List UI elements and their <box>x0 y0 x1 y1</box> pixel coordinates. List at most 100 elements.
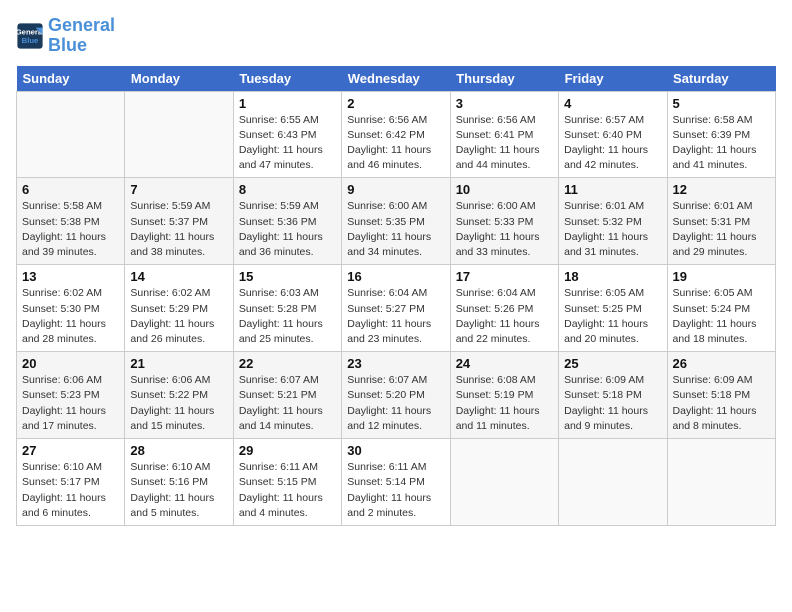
day-header-thursday: Thursday <box>450 66 558 92</box>
logo-icon: General Blue <box>16 22 44 50</box>
day-info: Sunrise: 6:56 AM Sunset: 6:42 PM Dayligh… <box>347 113 444 174</box>
day-number: 27 <box>22 443 119 458</box>
calendar-cell: 28 Sunrise: 6:10 AM Sunset: 5:16 PM Dayli… <box>125 439 233 526</box>
day-info: Sunrise: 6:07 AM Sunset: 5:21 PM Dayligh… <box>239 373 336 434</box>
day-header-sunday: Sunday <box>17 66 125 92</box>
calendar-table: SundayMondayTuesdayWednesdayThursdayFrid… <box>16 66 776 526</box>
day-number: 30 <box>347 443 444 458</box>
day-info: Sunrise: 6:02 AM Sunset: 5:30 PM Dayligh… <box>22 286 119 347</box>
day-number: 28 <box>130 443 227 458</box>
day-number: 22 <box>239 356 336 371</box>
day-header-tuesday: Tuesday <box>233 66 341 92</box>
day-info: Sunrise: 6:55 AM Sunset: 6:43 PM Dayligh… <box>239 113 336 174</box>
calendar-cell: 2 Sunrise: 6:56 AM Sunset: 6:42 PM Daylig… <box>342 91 450 178</box>
calendar-cell: 1Sunrise: 6:55 AM Sunset: 6:43 PM Daylig… <box>233 91 341 178</box>
calendar-cell: 27 Sunrise: 6:10 AM Sunset: 5:17 PM Dayli… <box>17 439 125 526</box>
day-number: 29 <box>239 443 336 458</box>
day-number: 11 <box>564 182 661 197</box>
calendar-week-row: 20 Sunrise: 6:06 AM Sunset: 5:23 PM Dayli… <box>17 352 776 439</box>
day-number: 9 <box>347 182 444 197</box>
calendar-cell: 13 Sunrise: 6:02 AM Sunset: 5:30 PM Dayli… <box>17 265 125 352</box>
day-number: 3 <box>456 96 553 111</box>
day-number: 6 <box>22 182 119 197</box>
day-info: Sunrise: 6:07 AM Sunset: 5:20 PM Dayligh… <box>347 373 444 434</box>
day-info: Sunrise: 6:57 AM Sunset: 6:40 PM Dayligh… <box>564 113 661 174</box>
day-info: Sunrise: 5:59 AM Sunset: 5:36 PM Dayligh… <box>239 199 336 260</box>
calendar-week-row: 1Sunrise: 6:55 AM Sunset: 6:43 PM Daylig… <box>17 91 776 178</box>
calendar-cell: 8 Sunrise: 5:59 AM Sunset: 5:36 PM Daylig… <box>233 178 341 265</box>
calendar-cell: 24 Sunrise: 6:08 AM Sunset: 5:19 PM Dayli… <box>450 352 558 439</box>
day-info: Sunrise: 6:04 AM Sunset: 5:27 PM Dayligh… <box>347 286 444 347</box>
day-info: Sunrise: 5:58 AM Sunset: 5:38 PM Dayligh… <box>22 199 119 260</box>
day-info: Sunrise: 6:01 AM Sunset: 5:31 PM Dayligh… <box>673 199 770 260</box>
calendar-cell: 3 Sunrise: 6:56 AM Sunset: 6:41 PM Daylig… <box>450 91 558 178</box>
calendar-cell: 17 Sunrise: 6:04 AM Sunset: 5:26 PM Dayli… <box>450 265 558 352</box>
calendar-cell: 10Sunrise: 6:00 AM Sunset: 5:33 PM Dayli… <box>450 178 558 265</box>
day-info: Sunrise: 6:04 AM Sunset: 5:26 PM Dayligh… <box>456 286 553 347</box>
day-info: Sunrise: 6:11 AM Sunset: 5:14 PM Dayligh… <box>347 460 444 521</box>
calendar-week-row: 13 Sunrise: 6:02 AM Sunset: 5:30 PM Dayli… <box>17 265 776 352</box>
day-info: Sunrise: 6:09 AM Sunset: 5:18 PM Dayligh… <box>564 373 661 434</box>
day-info: Sunrise: 6:56 AM Sunset: 6:41 PM Dayligh… <box>456 113 553 174</box>
day-info: Sunrise: 6:03 AM Sunset: 5:28 PM Dayligh… <box>239 286 336 347</box>
logo: General Blue GeneralBlue <box>16 16 115 56</box>
calendar-cell <box>17 91 125 178</box>
calendar-cell: 30 Sunrise: 6:11 AM Sunset: 5:14 PM Dayli… <box>342 439 450 526</box>
day-number: 18 <box>564 269 661 284</box>
day-info: Sunrise: 6:11 AM Sunset: 5:15 PM Dayligh… <box>239 460 336 521</box>
calendar-week-row: 6 Sunrise: 5:58 AM Sunset: 5:38 PM Daylig… <box>17 178 776 265</box>
calendar-week-row: 27 Sunrise: 6:10 AM Sunset: 5:17 PM Dayli… <box>17 439 776 526</box>
calendar-cell: 5 Sunrise: 6:58 AM Sunset: 6:39 PM Daylig… <box>667 91 775 178</box>
day-info: Sunrise: 6:09 AM Sunset: 5:18 PM Dayligh… <box>673 373 770 434</box>
day-info: Sunrise: 6:02 AM Sunset: 5:29 PM Dayligh… <box>130 286 227 347</box>
calendar-cell <box>450 439 558 526</box>
calendar-cell <box>559 439 667 526</box>
day-info: Sunrise: 6:00 AM Sunset: 5:35 PM Dayligh… <box>347 199 444 260</box>
day-info: Sunrise: 6:58 AM Sunset: 6:39 PM Dayligh… <box>673 113 770 174</box>
day-number: 2 <box>347 96 444 111</box>
calendar-cell: 7Sunrise: 5:59 AM Sunset: 5:37 PM Daylig… <box>125 178 233 265</box>
page-header: General Blue GeneralBlue <box>16 16 776 56</box>
day-number: 26 <box>673 356 770 371</box>
calendar-cell: 21Sunrise: 6:06 AM Sunset: 5:22 PM Dayli… <box>125 352 233 439</box>
day-header-wednesday: Wednesday <box>342 66 450 92</box>
calendar-cell: 9 Sunrise: 6:00 AM Sunset: 5:35 PM Daylig… <box>342 178 450 265</box>
calendar-header-row: SundayMondayTuesdayWednesdayThursdayFrid… <box>17 66 776 92</box>
day-number: 12 <box>673 182 770 197</box>
calendar-cell: 15 Sunrise: 6:03 AM Sunset: 5:28 PM Dayli… <box>233 265 341 352</box>
calendar-cell: 4 Sunrise: 6:57 AM Sunset: 6:40 PM Daylig… <box>559 91 667 178</box>
calendar-cell: 20 Sunrise: 6:06 AM Sunset: 5:23 PM Dayli… <box>17 352 125 439</box>
day-info: Sunrise: 6:00 AM Sunset: 5:33 PM Dayligh… <box>456 199 553 260</box>
day-number: 4 <box>564 96 661 111</box>
day-info: Sunrise: 6:06 AM Sunset: 5:22 PM Dayligh… <box>130 373 227 434</box>
day-header-saturday: Saturday <box>667 66 775 92</box>
calendar-cell <box>667 439 775 526</box>
day-info: Sunrise: 6:08 AM Sunset: 5:19 PM Dayligh… <box>456 373 553 434</box>
day-number: 19 <box>673 269 770 284</box>
day-info: Sunrise: 6:05 AM Sunset: 5:25 PM Dayligh… <box>564 286 661 347</box>
calendar-cell: 18 Sunrise: 6:05 AM Sunset: 5:25 PM Dayli… <box>559 265 667 352</box>
day-info: Sunrise: 6:06 AM Sunset: 5:23 PM Dayligh… <box>22 373 119 434</box>
day-number: 8 <box>239 182 336 197</box>
calendar-cell: 25 Sunrise: 6:09 AM Sunset: 5:18 PM Dayli… <box>559 352 667 439</box>
day-info: Sunrise: 5:59 AM Sunset: 5:37 PM Dayligh… <box>130 199 227 260</box>
svg-text:Blue: Blue <box>22 36 39 45</box>
calendar-cell: 29 Sunrise: 6:11 AM Sunset: 5:15 PM Dayli… <box>233 439 341 526</box>
logo-text: GeneralBlue <box>48 16 115 56</box>
day-number: 25 <box>564 356 661 371</box>
day-number: 5 <box>673 96 770 111</box>
calendar-cell: 23Sunrise: 6:07 AM Sunset: 5:20 PM Dayli… <box>342 352 450 439</box>
day-info: Sunrise: 6:10 AM Sunset: 5:17 PM Dayligh… <box>22 460 119 521</box>
day-info: Sunrise: 6:01 AM Sunset: 5:32 PM Dayligh… <box>564 199 661 260</box>
day-number: 14 <box>130 269 227 284</box>
calendar-cell: 14 Sunrise: 6:02 AM Sunset: 5:29 PM Dayli… <box>125 265 233 352</box>
day-info: Sunrise: 6:10 AM Sunset: 5:16 PM Dayligh… <box>130 460 227 521</box>
day-number: 15 <box>239 269 336 284</box>
day-number: 13 <box>22 269 119 284</box>
day-number: 17 <box>456 269 553 284</box>
calendar-cell: 12 Sunrise: 6:01 AM Sunset: 5:31 PM Dayli… <box>667 178 775 265</box>
day-number: 20 <box>22 356 119 371</box>
calendar-cell: 16Sunrise: 6:04 AM Sunset: 5:27 PM Dayli… <box>342 265 450 352</box>
day-header-friday: Friday <box>559 66 667 92</box>
day-number: 24 <box>456 356 553 371</box>
